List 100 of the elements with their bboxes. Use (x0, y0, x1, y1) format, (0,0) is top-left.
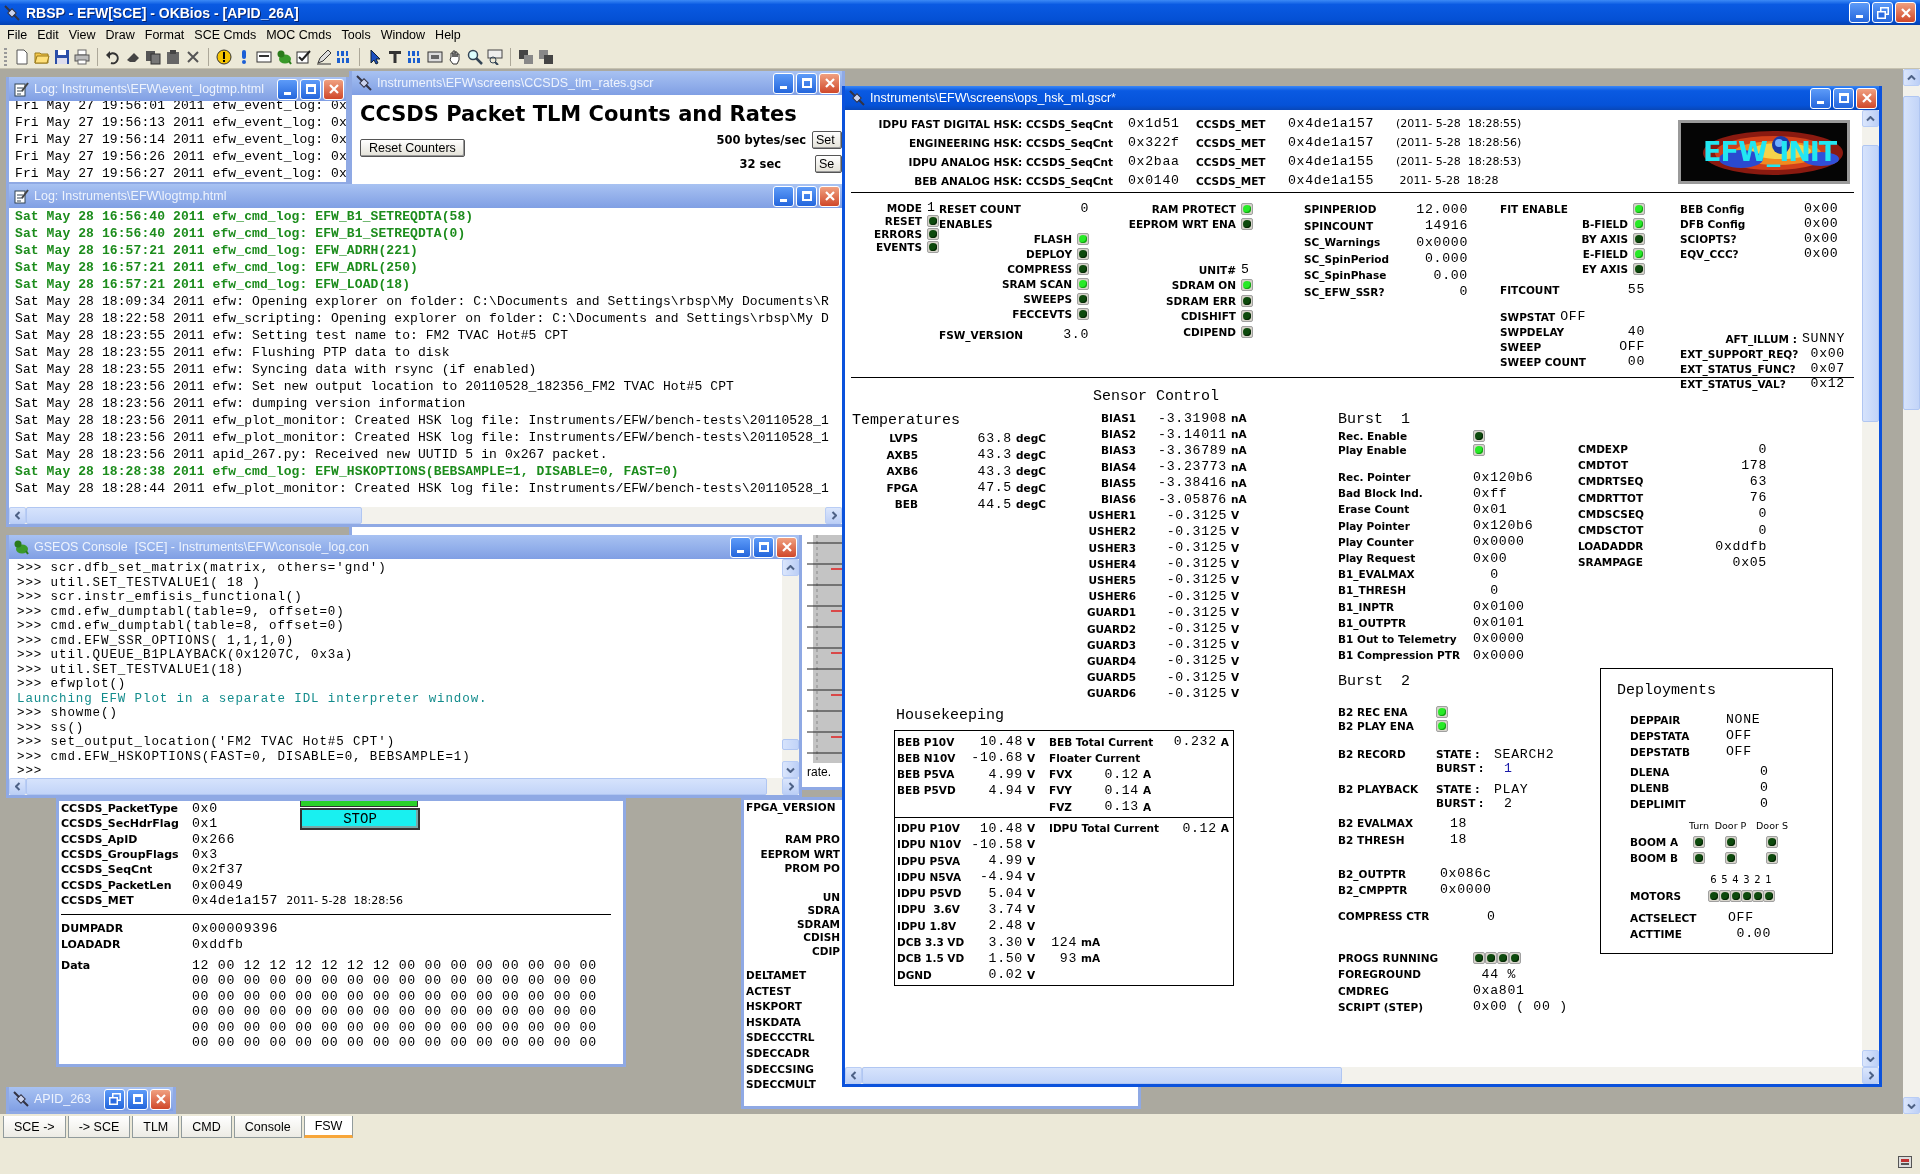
chevron-down-icon (1907, 1102, 1916, 1109)
vertical-scrollbar[interactable] (1862, 110, 1879, 1067)
restore-button[interactable] (1872, 2, 1893, 23)
scroll-thumb[interactable] (1862, 145, 1879, 423)
document-icon[interactable] (14, 48, 30, 65)
vertical-scrollbar[interactable] (782, 559, 799, 778)
checkbox-icon[interactable] (296, 48, 312, 65)
max-button[interactable] (127, 1088, 148, 1110)
field-label: EQV_CCC? (1680, 247, 1740, 260)
unit-label: V (1026, 870, 1037, 883)
horizontal-scrollbar[interactable] (9, 507, 842, 524)
field-label: RAM PROTECT (1151, 202, 1236, 215)
field-value: 0x00 (1473, 550, 1509, 566)
tab[interactable]: SCE -> (3, 1116, 66, 1138)
field-label: IDPU P5VD (897, 887, 963, 900)
field-label: EXT_STATUS_VAL? (1680, 377, 1786, 390)
field-value: 0x4de1a155 (1288, 173, 1376, 188)
horizontal-scrollbar[interactable] (845, 1067, 1879, 1084)
field-label: MODE (886, 201, 922, 214)
printer-icon[interactable] (74, 48, 90, 65)
tab[interactable]: FSW (303, 1116, 354, 1138)
field-value: 5.04 (987, 885, 1023, 901)
unit-label: degC (1015, 481, 1047, 494)
delete-icon[interactable] (185, 48, 201, 65)
warning-icon[interactable] (216, 48, 232, 65)
floppy-icon[interactable] (54, 48, 70, 65)
field-label: Play Counter (1338, 535, 1415, 548)
menu-item[interactable]: Help (430, 28, 466, 42)
close-button[interactable] (1895, 2, 1916, 23)
control-button[interactable] (300, 801, 418, 807)
max-button[interactable] (1833, 87, 1854, 109)
set-button[interactable]: Se (815, 155, 842, 173)
chart-caption: rate. (807, 765, 831, 779)
vertical-scrollbar[interactable] (1903, 69, 1920, 1114)
menu-item[interactable]: Draw (100, 28, 140, 42)
panel-icon[interactable] (256, 48, 272, 65)
hand-icon[interactable] (447, 48, 463, 65)
layers-icon[interactable] (518, 48, 534, 65)
scroll-thumb[interactable] (26, 507, 362, 524)
close-button[interactable] (776, 536, 797, 558)
field-label: B-FIELD (1581, 217, 1628, 230)
close-button[interactable] (323, 78, 344, 100)
close-button[interactable] (1856, 87, 1877, 109)
tab[interactable]: Console (233, 1116, 302, 1138)
unit-label: V (1026, 751, 1037, 764)
menu-item[interactable]: Format (139, 28, 190, 42)
paste-icon[interactable] (165, 48, 181, 65)
close-button[interactable] (819, 72, 840, 94)
field-label: EEPROM WRT ENA (1128, 218, 1236, 231)
tab[interactable]: TLM (132, 1116, 180, 1138)
binary-icon[interactable] (336, 48, 352, 65)
menu-item[interactable]: Edit (32, 28, 64, 42)
field-value: 0.00 (1735, 926, 1773, 941)
field-value: -3.38416 (1157, 475, 1227, 491)
menu-item[interactable]: View (63, 28, 101, 42)
menu-item[interactable]: SCE Cmds (189, 28, 262, 42)
field-value: 10.48 (978, 820, 1023, 836)
min-button[interactable] (773, 185, 794, 207)
minimize-button[interactable] (1849, 2, 1870, 23)
reset-counters-button[interactable]: Reset Counters (360, 139, 465, 157)
maximize-icon (132, 1094, 143, 1104)
text-tool-icon[interactable] (387, 48, 403, 65)
menu-item[interactable]: Window (375, 28, 431, 42)
pencil-icon[interactable] (316, 48, 332, 65)
button-tool-icon[interactable] (427, 48, 443, 65)
tab[interactable]: -> SCE (67, 1116, 131, 1138)
field-label: CCSDS_GroupFlags (61, 848, 180, 862)
unit-label: V (1230, 671, 1241, 684)
pointer-icon[interactable] (367, 48, 383, 65)
tab[interactable]: CMD (181, 1116, 232, 1138)
min-button[interactable] (1810, 87, 1831, 109)
zoom-icon[interactable] (487, 48, 503, 65)
layers-icon[interactable] (538, 48, 554, 65)
chevron-right-icon (830, 511, 837, 520)
menu-item[interactable]: MOC Cmds (261, 28, 337, 42)
menu-item[interactable]: Tools (336, 28, 376, 42)
copy-icon[interactable] (145, 48, 161, 65)
scroll-thumb[interactable] (1903, 96, 1920, 410)
max-button[interactable] (796, 72, 817, 94)
min-button[interactable] (773, 72, 794, 94)
max-button[interactable] (796, 185, 817, 207)
field-value: 12.000 (1416, 201, 1468, 217)
stop-button[interactable]: STOP (300, 808, 420, 830)
close-button[interactable] (150, 1088, 171, 1110)
field-value: 0x0101 (1473, 615, 1526, 631)
field-label: USHER1 (1087, 509, 1136, 522)
min-button[interactable] (730, 536, 751, 558)
restore-button[interactable] (104, 1088, 125, 1110)
lizard-icon[interactable] (276, 48, 292, 65)
search-icon[interactable] (467, 48, 483, 65)
chevron-right-icon (1867, 1071, 1874, 1080)
min-button[interactable] (277, 78, 298, 100)
max-button[interactable] (300, 78, 321, 100)
scroll-thumb[interactable] (782, 738, 799, 750)
close-button[interactable] (819, 185, 840, 207)
scroll-thumb[interactable] (862, 1067, 1342, 1084)
binary-icon[interactable] (407, 48, 423, 65)
set-button[interactable]: Set (812, 131, 842, 149)
menu-item[interactable]: File (2, 28, 33, 42)
max-button[interactable] (753, 536, 774, 558)
